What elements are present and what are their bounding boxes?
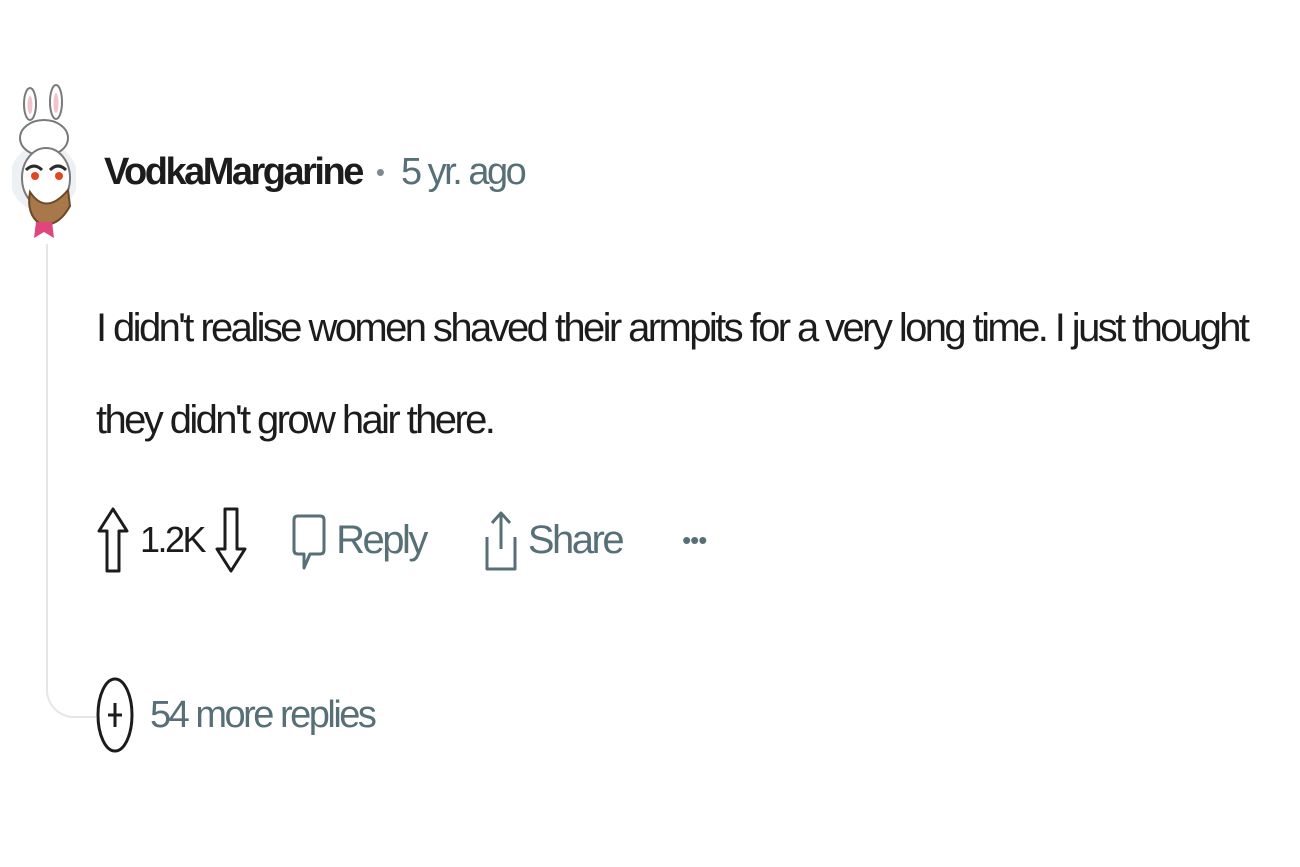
speech-bubble-icon: [292, 514, 326, 570]
downvote-arrow-icon: [215, 507, 247, 573]
reply-label: Reply: [336, 517, 428, 562]
upvote-button[interactable]: [96, 501, 130, 579]
avatar[interactable]: [10, 82, 78, 242]
upvote-arrow-icon: [97, 507, 129, 573]
share-button[interactable]: Share: [484, 505, 625, 575]
share-upload-icon: [485, 511, 517, 571]
plus-circle-icon: [96, 677, 134, 753]
comment-actions: 1.2K Reply Share •••: [96, 498, 707, 582]
snoo-bunny-avatar-icon: [10, 84, 78, 238]
more-options-button[interactable]: •••: [682, 527, 707, 553]
reply-button[interactable]: Reply: [292, 508, 428, 572]
thread-line[interactable]: [46, 244, 96, 718]
more-replies-button[interactable]: 54 more replies: [96, 672, 377, 758]
more-replies-label: 54 more replies: [150, 693, 377, 736]
meta-separator: •: [375, 156, 385, 187]
comment-body: I didn't realise women shaved their armp…: [96, 306, 1250, 442]
downvote-button[interactable]: [214, 501, 248, 579]
comment-timestamp[interactable]: 5 yr. ago: [401, 151, 527, 194]
comment: VodkaMargarine • 5 yr. ago I didn't real…: [0, 0, 1300, 867]
vote-count: 1.2K: [140, 519, 207, 560]
comment-meta: VodkaMargarine • 5 yr. ago: [104, 146, 527, 198]
author-username[interactable]: VodkaMargarine: [104, 151, 364, 194]
share-label: Share: [527, 517, 625, 562]
